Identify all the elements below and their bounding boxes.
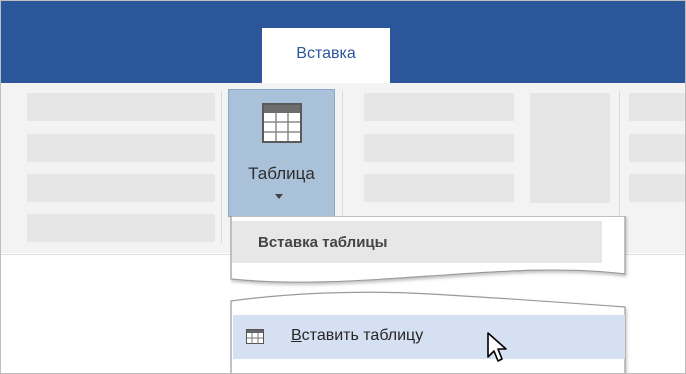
insert-table-accelerator: В (291, 327, 302, 344)
ribbon-placeholder (364, 93, 514, 121)
ribbon-placeholder (27, 214, 215, 242)
insert-table-label: Вставить таблицу (291, 327, 423, 345)
window-frame: Вставка Таблица Вставка таблицы Вставить… (0, 0, 686, 374)
table-button-label: Таблица (248, 164, 315, 183)
ribbon-placeholder (27, 174, 215, 202)
table-button[interactable]: Таблица (228, 89, 335, 217)
ribbon-placeholder (530, 93, 610, 203)
ribbon-placeholder (364, 134, 514, 162)
chevron-down-icon (275, 194, 283, 199)
insert-table-menu-item[interactable]: Вставить таблицу (233, 315, 625, 359)
ribbon-placeholder (629, 174, 685, 202)
ribbon-placeholder (629, 134, 685, 162)
ribbon-placeholder (27, 134, 215, 162)
insert-table-label-rest: ставить таблицу (301, 327, 424, 344)
ribbon-placeholder (629, 93, 685, 121)
mouse-pointer-icon (487, 332, 507, 362)
ribbon-placeholder (27, 93, 215, 121)
ribbon-placeholder (364, 174, 514, 202)
ribbon-separator (221, 91, 222, 243)
table-small-icon (246, 329, 264, 344)
tab-insert[interactable]: Вставка (262, 28, 390, 83)
dropdown-header-title: Вставка таблицы (258, 234, 388, 251)
table-grid-icon (262, 103, 302, 143)
ribbon-tab-bar: Вставка (1, 1, 685, 83)
